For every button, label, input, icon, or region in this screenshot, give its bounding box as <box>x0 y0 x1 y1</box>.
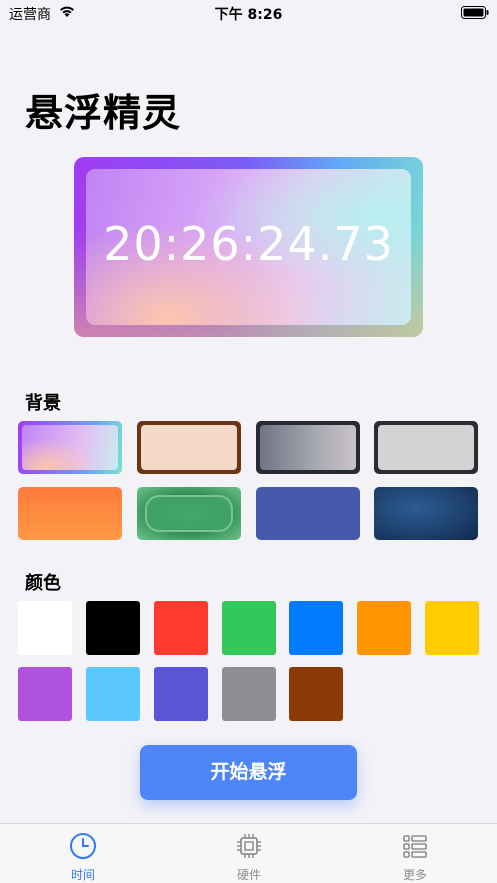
tab-bar: 时间 硬件 更多 <box>0 823 497 883</box>
tab-more-label: 更多 <box>402 868 427 882</box>
battery-icon <box>461 6 489 19</box>
list-icon <box>403 835 427 858</box>
background-option-dark-gray[interactable] <box>256 421 360 474</box>
color-swatch-red[interactable] <box>154 601 208 655</box>
floating-preview: 20:26:24.73 <box>74 157 423 337</box>
tab-hardware-label: 硬件 <box>236 868 261 882</box>
tab-time-label: 时间 <box>70 868 95 882</box>
tab-hardware[interactable]: 硬件 <box>166 824 332 883</box>
chip-icon <box>237 834 261 858</box>
color-swatch-orange[interactable] <box>357 601 411 655</box>
background-option-wood[interactable] <box>137 421 241 474</box>
color-swatch-purple[interactable] <box>18 667 72 721</box>
color-swatch-gray[interactable] <box>222 667 276 721</box>
color-swatch-yellow[interactable] <box>425 601 479 655</box>
color-swatch-green[interactable] <box>222 601 276 655</box>
background-option-indigo[interactable] <box>256 487 360 540</box>
status-bar: 运营商 下午 8:26 <box>0 0 497 26</box>
color-swatch-brown[interactable] <box>289 667 343 721</box>
color-swatch-white[interactable] <box>18 601 72 655</box>
background-option-orange[interactable] <box>18 487 122 540</box>
preview-time: 20:26:24.73 <box>103 217 394 271</box>
background-option-blue-texture[interactable] <box>374 487 478 540</box>
status-time: 下午 8:26 <box>214 7 283 23</box>
tab-more[interactable]: 更多 <box>332 824 497 883</box>
background-option-light-gray[interactable] <box>374 421 478 474</box>
color-section-label: 颜色 <box>25 573 61 594</box>
background-section-label: 背景 <box>25 393 61 414</box>
color-swatch-indigo[interactable] <box>154 667 208 721</box>
color-swatch-blue[interactable] <box>289 601 343 655</box>
color-swatch-light-blue[interactable] <box>86 667 140 721</box>
start-floating-button[interactable]: 开始悬浮 <box>140 745 357 800</box>
color-swatch-black[interactable] <box>86 601 140 655</box>
background-option-gradient[interactable] <box>18 421 122 474</box>
clock-icon <box>70 833 96 859</box>
tab-time[interactable]: 时间 <box>0 824 166 883</box>
background-option-green[interactable] <box>137 487 241 540</box>
page-title: 悬浮精灵 <box>25 91 182 135</box>
